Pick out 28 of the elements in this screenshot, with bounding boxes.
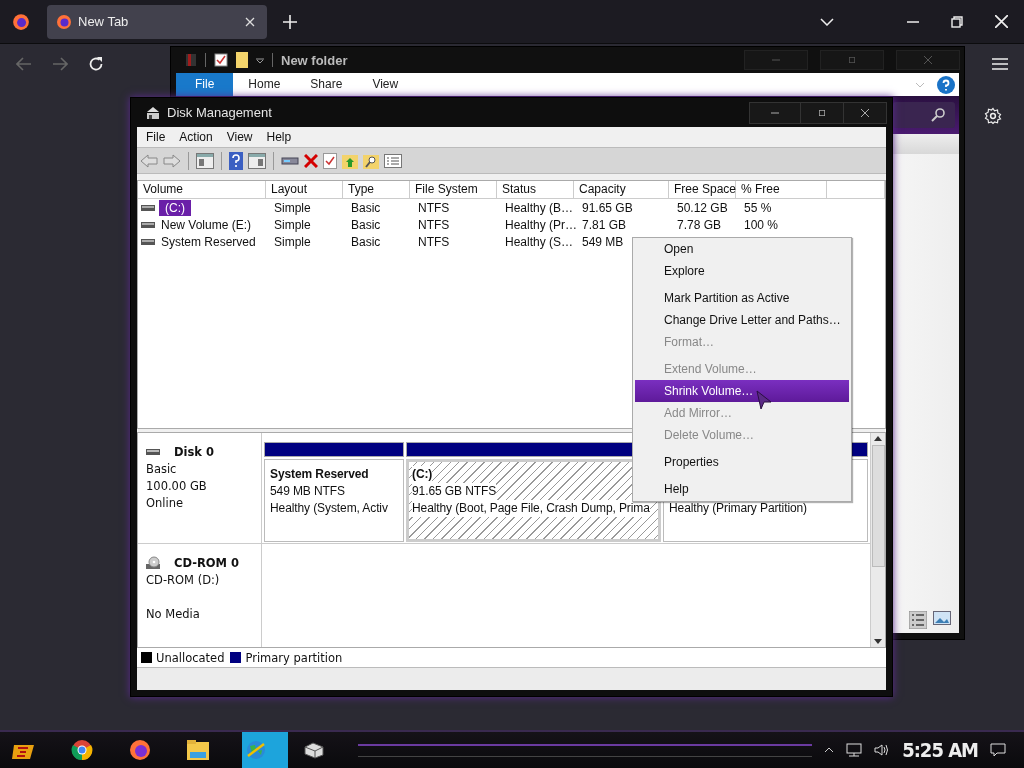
table-cell-text: 91.65 GB <box>581 199 634 216</box>
table-cell-text: Basic <box>350 233 382 250</box>
legend-label: Primary partition <box>245 650 343 665</box>
table-cell-text: 549 MB <box>581 233 625 250</box>
table-cell-text: 50.12 GB <box>676 199 729 216</box>
disk-status: Online <box>146 495 185 512</box>
window-title: Disk Management <box>167 105 272 120</box>
table-cell-text: Healthy (B… <box>504 199 575 216</box>
table-cell-text: 7.81 GB <box>581 216 628 233</box>
table-cell-text: Simple <box>273 199 312 216</box>
table-cell-text: NTFS <box>417 199 451 216</box>
table-cell-text: Simple <box>273 216 312 233</box>
disk-type: CD-ROM (D:) <box>146 572 221 589</box>
table-cell-text: Basic <box>350 199 382 216</box>
table-cell-text: NTFS <box>417 216 451 233</box>
table-cell-text: NTFS <box>417 233 451 250</box>
window-title: New folder <box>281 52 348 68</box>
table-cell-text: Healthy (S… <box>504 233 575 250</box>
disk-status: No Media <box>146 606 201 623</box>
legend-label: Unallocated <box>156 650 225 665</box>
disk-type: Basic <box>146 461 178 478</box>
table-cell-text: Simple <box>273 233 312 250</box>
table-cell-text: Basic <box>350 216 382 233</box>
table-cell-text: Healthy (Pr… <box>504 216 579 233</box>
table-cell-text: 55 % <box>743 199 773 216</box>
table-cell-text: 7.78 GB <box>676 216 723 233</box>
table-cell-text: 100 % <box>743 216 780 233</box>
disk-size: 100.00 GB <box>146 478 208 495</box>
